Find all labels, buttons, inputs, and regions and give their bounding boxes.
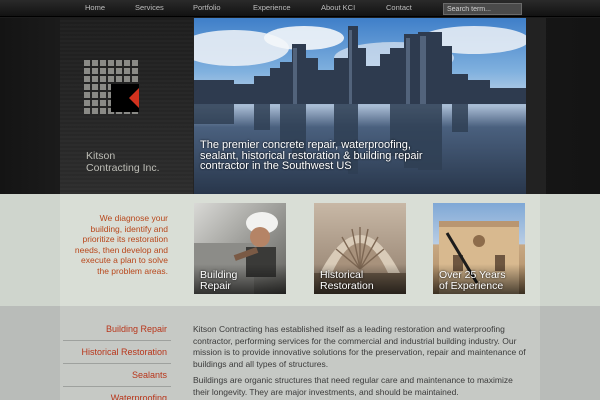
search-input[interactable]: [443, 3, 522, 15]
top-nav: Home Services Portfolio Experience About…: [0, 0, 600, 17]
logo-grid-cell: [124, 60, 130, 66]
header-right-panel: [526, 18, 546, 194]
logo-grid-cell: [132, 76, 138, 82]
card-label: Over 25 Years of Experience: [439, 269, 506, 292]
logo-grid-cell: [92, 100, 98, 106]
logo-grid-cell: [92, 76, 98, 82]
logo-grid-cell: [100, 60, 106, 66]
logo-grid-cell: [116, 68, 122, 74]
logo-grid-cell: [84, 92, 90, 98]
hero-image-skyline: The premier concrete repair, waterproofi…: [194, 18, 526, 194]
card-label: Historical Restoration: [320, 269, 374, 292]
nav-services[interactable]: Services: [135, 3, 164, 12]
main-body-text: Kitson Contracting has established itsel…: [193, 324, 531, 400]
logo-grid-cell: [84, 76, 90, 82]
logo-grid-cell: [100, 92, 106, 98]
body-paragraph: Kitson Contracting has established itsel…: [193, 324, 526, 369]
nav-contact[interactable]: Contact: [386, 3, 412, 12]
sidebar-item-historical-restoration[interactable]: Historical Restoration: [63, 341, 171, 364]
logo-grid-cell: [108, 60, 114, 66]
body-paragraph: Buildings are organic structures that ne…: [193, 375, 513, 397]
logo-grid-cell: [84, 100, 90, 106]
sidebar-item-building-repair[interactable]: Building Repair: [63, 318, 171, 341]
logo-grid-cell: [132, 60, 138, 66]
logo-arrow-icon: [129, 88, 139, 108]
card-experience[interactable]: Over 25 Years of Experience: [433, 203, 525, 294]
logo-grid-cell: [92, 84, 98, 90]
logo-grid-cell: [84, 84, 90, 90]
logo-grid-cell: [116, 76, 122, 82]
logo-grid-cell: [100, 68, 106, 74]
logo-grid-cell: [92, 108, 98, 114]
nav-home[interactable]: Home: [85, 3, 105, 12]
card-historical-restoration[interactable]: Historical Restoration: [314, 203, 406, 294]
nav-portfolio[interactable]: Portfolio: [193, 3, 221, 12]
logo-grid-cell: [116, 60, 122, 66]
logo-grid-cell: [100, 108, 106, 114]
card-building-repair[interactable]: Building Repair: [194, 203, 286, 294]
logo-grid-cell: [100, 84, 106, 90]
logo-grid-cell: [92, 68, 98, 74]
logo-grid-cell: [124, 68, 130, 74]
company-name-line2: Contracting Inc.: [86, 161, 160, 174]
company-name: Kitson Contracting Inc.: [86, 150, 186, 174]
logo-grid-cell: [108, 68, 114, 74]
logo-grid-cell: [108, 76, 114, 82]
logo-grid-cell: [84, 108, 90, 114]
intro-text: We diagnose your building, identify and …: [74, 213, 168, 276]
sidebar-item-waterproofing[interactable]: Waterproofing: [63, 387, 171, 400]
logo-grid-cell: [84, 60, 90, 66]
card-label: Building Repair: [200, 269, 238, 292]
logo-grid-cell: [92, 92, 98, 98]
company-name-line1: Kitson: [86, 150, 116, 162]
nav-experience[interactable]: Experience: [253, 3, 291, 12]
logo-grid-cell: [92, 60, 98, 66]
logo-grid-cell: [100, 76, 106, 82]
logo-grid-cell: [124, 76, 130, 82]
sidebar-item-sealants[interactable]: Sealants: [63, 364, 171, 387]
hero-caption: The premier concrete repair, waterproofi…: [200, 139, 423, 172]
logo-grid-cell: [100, 100, 106, 106]
logo-grid-cell: [84, 68, 90, 74]
nav-about[interactable]: About KCI: [321, 3, 355, 12]
logo-grid-cell: [132, 68, 138, 74]
